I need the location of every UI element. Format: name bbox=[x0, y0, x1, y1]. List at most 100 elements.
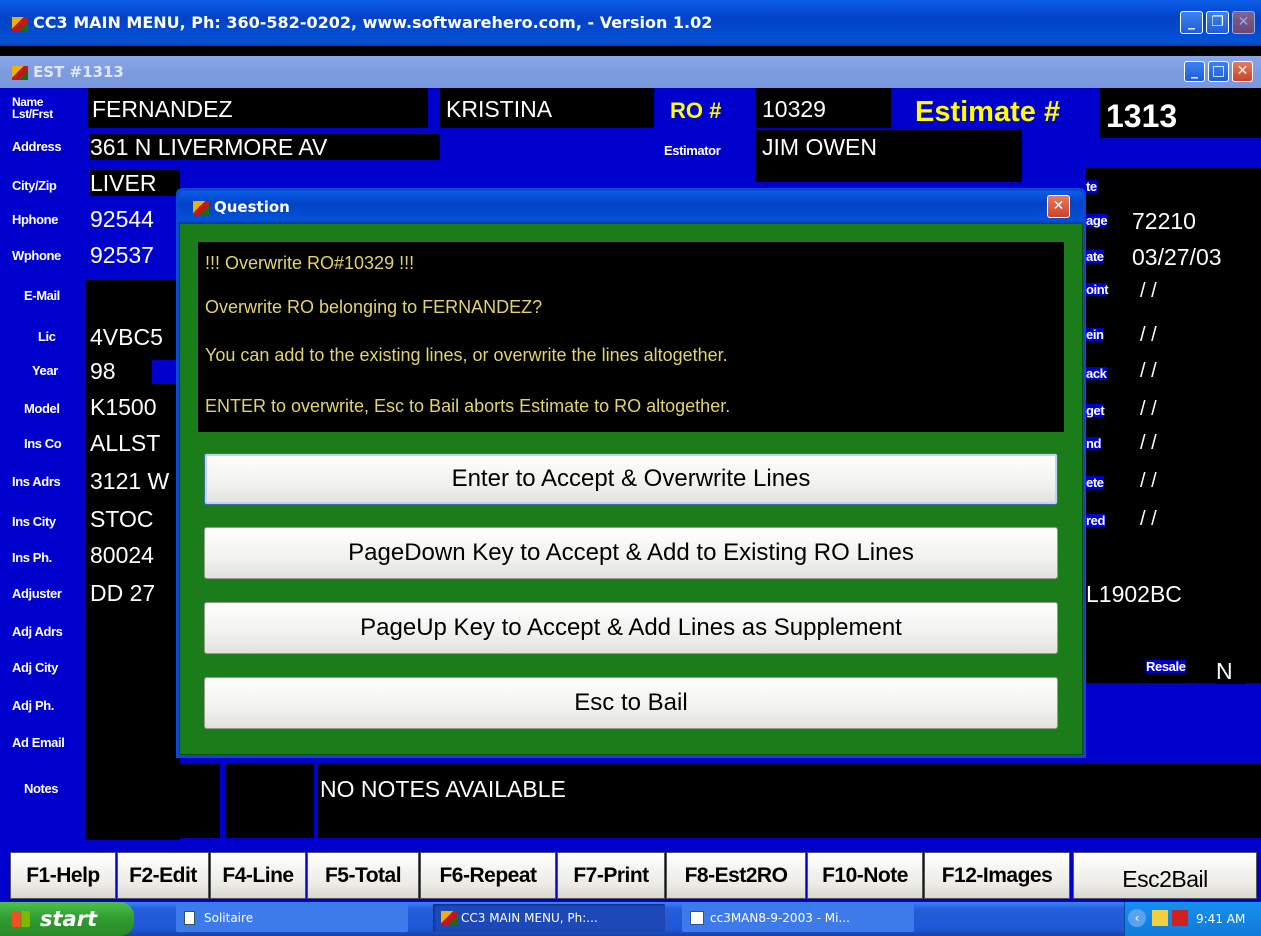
inscity-field[interactable]: STOC bbox=[90, 506, 180, 532]
in-field[interactable]: / / bbox=[1140, 322, 1200, 348]
clock[interactable]: 9:41 AM bbox=[1196, 910, 1245, 928]
task-solitaire[interactable]: Solitaire bbox=[176, 904, 408, 932]
appoint-field[interactable]: / / bbox=[1140, 278, 1200, 304]
lic-field[interactable]: 4VBC5 bbox=[90, 324, 180, 350]
delivered-field[interactable]: / / bbox=[1140, 506, 1200, 532]
insph-field[interactable]: 80024 bbox=[90, 542, 180, 568]
claim-field[interactable]: L1902BC bbox=[1086, 581, 1256, 607]
resale-field[interactable]: N bbox=[1216, 658, 1246, 684]
adjuster-field[interactable]: DD 27 bbox=[90, 580, 180, 606]
f12-images-button[interactable]: F12-Images bbox=[924, 852, 1070, 899]
f4-line-button[interactable]: F4-Line bbox=[210, 852, 306, 899]
f1-help-button[interactable]: F1-Help bbox=[10, 852, 116, 899]
year-label: Year bbox=[32, 363, 58, 378]
message-line-3: You can add to the existing lines, or ov… bbox=[205, 345, 728, 365]
task-cc3-main-menu[interactable]: CC3 MAIN MENU, Ph:... bbox=[433, 904, 665, 932]
add-supplement-button[interactable]: PageUp Key to Accept & Add Lines as Supp… bbox=[204, 602, 1058, 654]
task-solitaire-label: Solitaire bbox=[204, 911, 254, 925]
model-label: Model bbox=[24, 401, 60, 416]
end-label: nd bbox=[1086, 436, 1102, 451]
last-name-field[interactable]: FERNANDEZ bbox=[92, 96, 422, 122]
dialog-title: Question bbox=[214, 198, 290, 216]
model-field[interactable]: K1500 bbox=[90, 394, 180, 420]
tray-app-icon[interactable] bbox=[1152, 910, 1168, 926]
resale-label: Resale bbox=[1146, 659, 1186, 674]
dialog-title-bar[interactable]: Question ✕ bbox=[179, 191, 1083, 223]
loss-date-field[interactable]: 03/27/03 bbox=[1132, 244, 1257, 270]
insco-field[interactable]: ALLST bbox=[90, 430, 180, 456]
start-button[interactable]: start bbox=[0, 902, 134, 936]
hphone-label: Hphone bbox=[12, 212, 58, 227]
child-minimize-button[interactable]: _ bbox=[1184, 61, 1205, 82]
child-app-icon bbox=[12, 65, 28, 80]
notes-label: Notes bbox=[24, 781, 59, 796]
complete-field[interactable]: / / bbox=[1140, 468, 1200, 494]
estimate-label: Estimate # bbox=[915, 96, 1061, 128]
lic-label: Lic bbox=[38, 329, 56, 344]
adjcity-label: Adj City bbox=[12, 660, 58, 675]
hphone-field[interactable]: 92544 bbox=[90, 206, 180, 232]
f10-note-button[interactable]: F10-Note bbox=[807, 852, 923, 899]
address-label: Address bbox=[12, 139, 62, 154]
minimize-button[interactable]: _ bbox=[1180, 11, 1203, 34]
notes-field[interactable]: NO NOTES AVAILABLE bbox=[320, 776, 1220, 802]
task-cc3-label: CC3 MAIN MENU, Ph:... bbox=[461, 911, 598, 925]
main-title-bar[interactable]: CC3 MAIN MENU, Ph: 360-582-0202, www.sof… bbox=[0, 0, 1261, 46]
esc2bail-button[interactable]: Esc2Bail bbox=[1073, 852, 1257, 899]
ro-label: RO # bbox=[670, 98, 722, 123]
wphone-label: Wphone bbox=[12, 248, 61, 263]
estimator-label: Estimator bbox=[664, 143, 721, 158]
word-doc-icon bbox=[690, 911, 704, 925]
child-maximize-button[interactable]: □ bbox=[1208, 61, 1229, 82]
f6-repeat-button[interactable]: F6-Repeat bbox=[420, 852, 556, 899]
end-field[interactable]: / / bbox=[1140, 430, 1200, 456]
mileage-field[interactable]: 72210 bbox=[1132, 208, 1252, 234]
target-field[interactable]: / / bbox=[1140, 396, 1200, 422]
first-name-field[interactable]: KRISTINA bbox=[446, 96, 646, 122]
color-bg bbox=[756, 168, 1022, 182]
add-existing-button[interactable]: PageDown Key to Accept & Add to Existing… bbox=[204, 527, 1058, 579]
estimator-field[interactable]: JIM OWEN bbox=[762, 134, 1012, 160]
tray-network-icon[interactable] bbox=[1172, 910, 1188, 926]
adjuster-label: Adjuster bbox=[12, 586, 62, 601]
child-close-button[interactable]: ✕ bbox=[1232, 61, 1253, 82]
message-line-2: Overwrite RO belonging to FERNANDEZ? bbox=[205, 297, 543, 317]
start-label: start bbox=[40, 907, 98, 931]
child-window-title: EST #1313 bbox=[33, 63, 124, 81]
notes-box-b bbox=[226, 764, 314, 838]
bail-button[interactable]: Esc to Bail bbox=[204, 677, 1058, 729]
windows-logo-icon bbox=[12, 911, 30, 927]
f5-total-button[interactable]: F5-Total bbox=[307, 852, 419, 899]
right-black-block bbox=[1086, 168, 1261, 613]
cityzip-field[interactable]: LIVER bbox=[90, 170, 180, 196]
ro-number-field[interactable]: 10329 bbox=[762, 96, 882, 122]
task-word-doc[interactable]: cc3MAN8-9-2003 - Mi... bbox=[682, 904, 914, 932]
app-icon bbox=[12, 16, 28, 31]
accept-overwrite-button[interactable]: Enter to Accept & Overwrite Lines bbox=[204, 453, 1058, 505]
f8-est2ro-button[interactable]: F8-Est2RO bbox=[666, 852, 806, 899]
cityzip-label: City/Zip bbox=[12, 178, 57, 193]
wphone-field[interactable]: 92537 bbox=[90, 242, 180, 268]
dialog-close-button[interactable]: ✕ bbox=[1047, 195, 1070, 218]
child-title-bar[interactable]: EST #1313 _ □ ✕ bbox=[0, 56, 1261, 88]
delivered-label: red bbox=[1086, 513, 1106, 528]
f2-edit-button[interactable]: F2-Edit bbox=[117, 852, 209, 899]
inscity-label: Ins City bbox=[12, 514, 56, 529]
in-label: ein bbox=[1086, 327, 1104, 342]
notes-box-a bbox=[88, 764, 220, 838]
back-field[interactable]: / / bbox=[1140, 358, 1200, 384]
back-label: ack bbox=[1086, 366, 1107, 381]
email-label: E-Mail bbox=[24, 288, 60, 303]
year-field[interactable]: 98 bbox=[90, 358, 130, 384]
restore-button[interactable]: ❐ bbox=[1206, 11, 1229, 34]
name-label: Name Lst/Frst bbox=[12, 96, 82, 120]
dialog-app-icon bbox=[193, 200, 209, 215]
insadrs-field[interactable]: 3121 W bbox=[90, 468, 180, 494]
f7-print-button[interactable]: F7-Print bbox=[557, 852, 665, 899]
main-window-title: CC3 MAIN MENU, Ph: 360-582-0202, www.sof… bbox=[33, 13, 713, 32]
close-button[interactable]: ✕ bbox=[1232, 11, 1255, 34]
insph-label: Ins Ph. bbox=[12, 550, 52, 565]
insco-label: Ins Co bbox=[24, 436, 62, 451]
address-field[interactable]: 361 N LIVERMORE AV bbox=[90, 134, 440, 160]
tray-expand-icon[interactable]: ‹ bbox=[1128, 909, 1146, 927]
